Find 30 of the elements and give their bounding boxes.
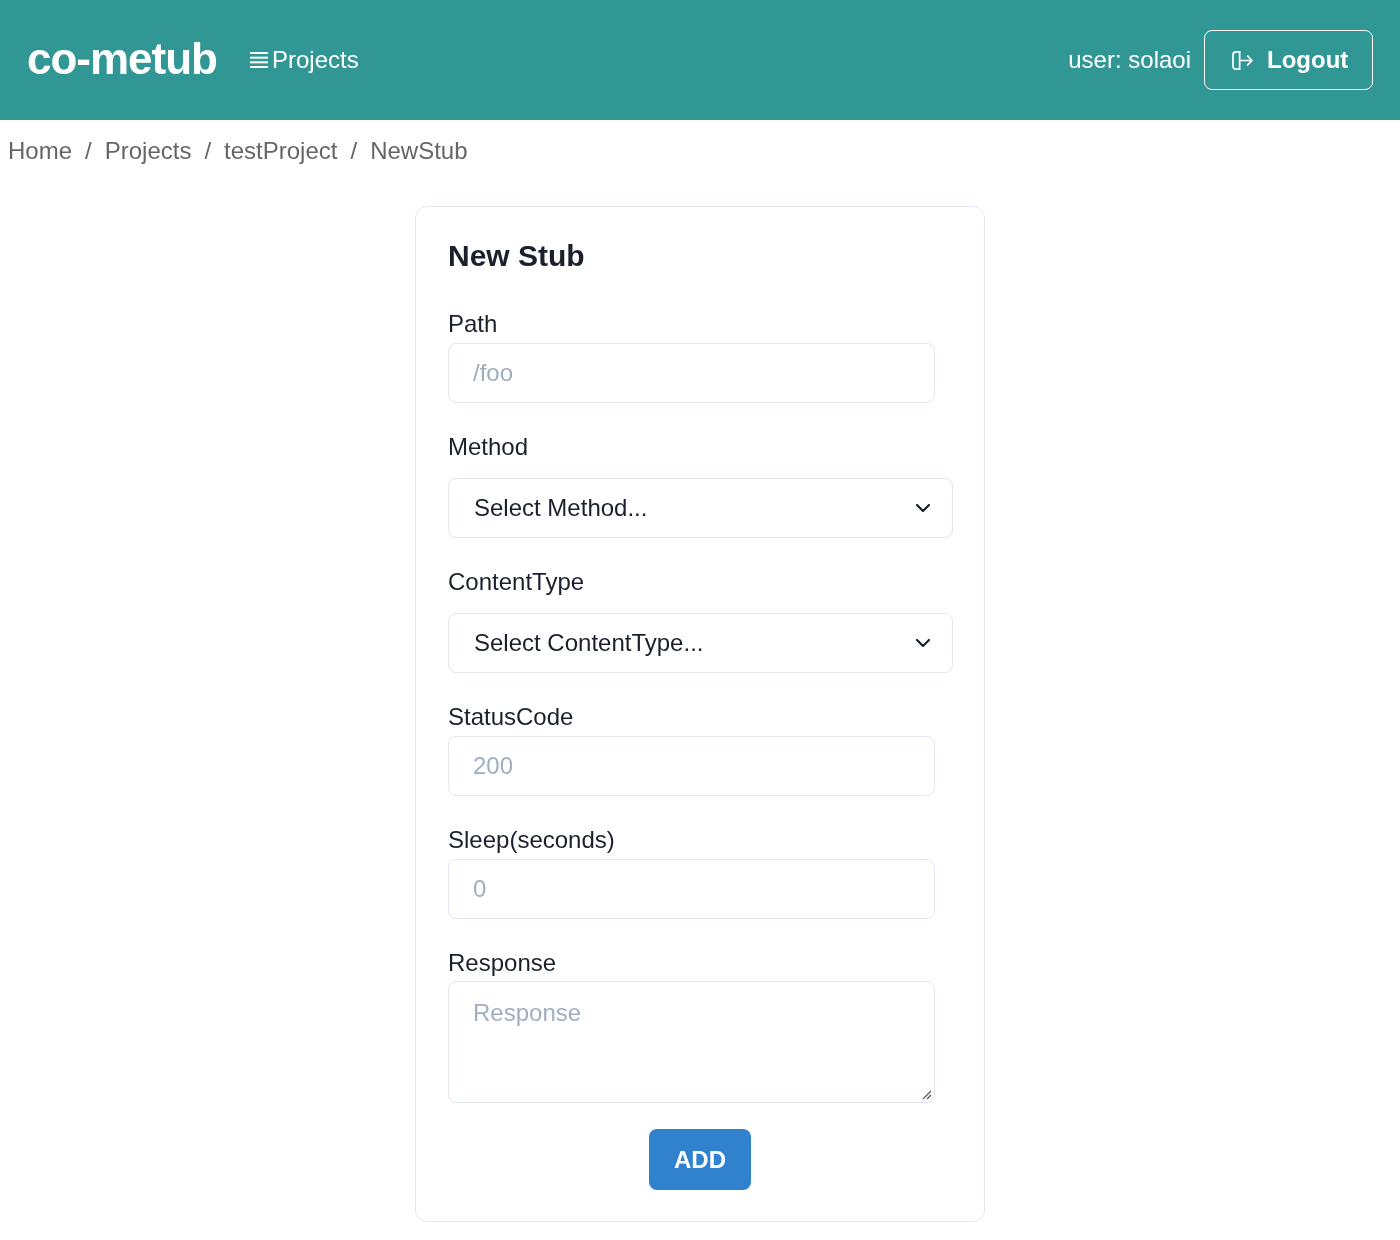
- add-button[interactable]: ADD: [649, 1129, 751, 1190]
- textarea-field[interactable]: Response: [448, 981, 935, 1103]
- chevron-down-icon: [916, 504, 930, 512]
- menu-icon: [250, 52, 268, 68]
- logout-icon: [1232, 50, 1253, 70]
- input-field[interactable]: 200: [448, 736, 935, 796]
- logout-button[interactable]: Logout: [1204, 30, 1373, 90]
- field-label: Sleep(seconds): [448, 825, 616, 855]
- breadcrumb-link[interactable]: Projects: [104, 133, 192, 169]
- input-field[interactable]: 0: [448, 859, 935, 919]
- input-field[interactable]: /foo: [448, 343, 935, 403]
- breadcrumb-separator: /: [350, 136, 358, 166]
- field-label: StatusCode: [448, 702, 575, 732]
- nav-link[interactable]: Projects: [250, 45, 359, 75]
- dropdown-select[interactable]: Select Method...: [448, 478, 953, 538]
- breadcrumb-link[interactable]: testProject: [224, 133, 338, 169]
- field-label: Method: [448, 432, 530, 462]
- breadcrumb-link[interactable]: NewStub: [370, 133, 468, 169]
- field-label: Path: [448, 309, 499, 339]
- breadcrumb-separator: /: [204, 136, 212, 166]
- breadcrumb-separator: /: [85, 136, 92, 166]
- user-label: user: solaoi: [1068, 45, 1191, 75]
- dropdown-select[interactable]: Select ContentType...: [448, 613, 953, 673]
- breadcrumb-link[interactable]: Home: [8, 133, 73, 169]
- form-title: New Stub: [448, 238, 586, 274]
- field-label: Response: [448, 948, 558, 978]
- resize-handle-icon[interactable]: [922, 1090, 932, 1100]
- field-label: ContentType: [448, 567, 586, 597]
- logo: co-metub: [27, 37, 217, 81]
- chevron-down-icon: [916, 639, 930, 647]
